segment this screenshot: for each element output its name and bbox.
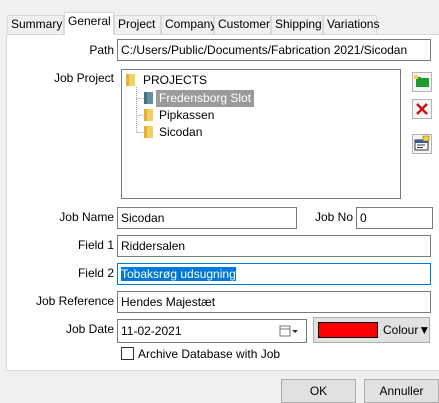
- folder-icon: [144, 109, 153, 121]
- job-no-input[interactable]: 0: [356, 207, 433, 229]
- tab-general[interactable]: General: [64, 12, 114, 35]
- chevron-down-icon: ▼: [418, 323, 431, 337]
- tab-variations[interactable]: Variations: [323, 15, 379, 34]
- folder-open-icon: [144, 92, 153, 104]
- job-project-tree[interactable]: PROJECTS Fredensborg Slot Pipkassen Sico…: [121, 69, 401, 199]
- job-no-label: Job No: [314, 210, 353, 224]
- add-project-button[interactable]: [412, 72, 432, 92]
- job-name-input[interactable]: Sicodan: [117, 207, 297, 229]
- folder-icon: [126, 74, 135, 86]
- delete-project-button[interactable]: [412, 99, 432, 119]
- field2-input[interactable]: Tobaksrøg udsugning: [117, 263, 431, 285]
- job-project-label: Job Project: [53, 71, 114, 85]
- job-date-picker[interactable]: 11-02-2021: [117, 319, 307, 343]
- tab-summary[interactable]: Summary: [7, 15, 64, 34]
- tree-root-label: PROJECTS: [143, 73, 208, 87]
- date-dropdown-button[interactable]: [278, 320, 300, 340]
- folder-add-icon: [414, 75, 429, 87]
- dialog-footer: OK Annuller: [0, 371, 439, 403]
- project-properties-button[interactable]: [412, 134, 432, 154]
- field2-label: Field 2: [77, 266, 114, 280]
- folder-icon: [144, 126, 153, 138]
- cancel-button[interactable]: Annuller: [364, 379, 439, 403]
- tab-strip: Summary General Project Company Customer…: [0, 0, 439, 35]
- delete-x-icon: [416, 103, 428, 115]
- tree-item-label: Pipkassen: [159, 108, 215, 122]
- tab-shipping[interactable]: Shipping: [271, 15, 323, 34]
- archive-checkbox[interactable]: [121, 347, 134, 360]
- tab-project[interactable]: Project: [114, 15, 161, 34]
- job-reference-label: Job Reference: [35, 294, 114, 308]
- tab-customer[interactable]: Customer: [214, 15, 271, 34]
- job-name-label: Job Name: [59, 210, 114, 224]
- field1-label: Field 1: [77, 238, 114, 252]
- path-label: Path: [89, 43, 114, 57]
- tree-item-label: Sicodan: [159, 125, 203, 139]
- job-reference-input[interactable]: Hendes Majestæt: [117, 291, 431, 313]
- path-input[interactable]: C:/Users/Public/Documents/Fabrication 20…: [117, 39, 431, 61]
- archive-label: Archive Database with Job: [138, 347, 281, 361]
- tree-item-label: Fredensborg Slot: [156, 90, 255, 107]
- colour-picker-button[interactable]: Colour▼: [313, 317, 430, 343]
- job-date-value: 11-02-2021: [121, 324, 182, 338]
- colour-label: Colour▼: [383, 323, 431, 337]
- field1-input[interactable]: Riddersalen: [117, 235, 431, 257]
- field2-selected-text: Tobaksrøg udsugning: [121, 267, 236, 281]
- tab-company[interactable]: Company: [161, 15, 216, 34]
- colour-swatch: [318, 322, 378, 338]
- calendar-dropdown-icon: [279, 325, 298, 337]
- properties-icon: [414, 135, 430, 151]
- ok-button[interactable]: OK: [281, 379, 356, 403]
- job-date-label: Job Date: [65, 322, 114, 336]
